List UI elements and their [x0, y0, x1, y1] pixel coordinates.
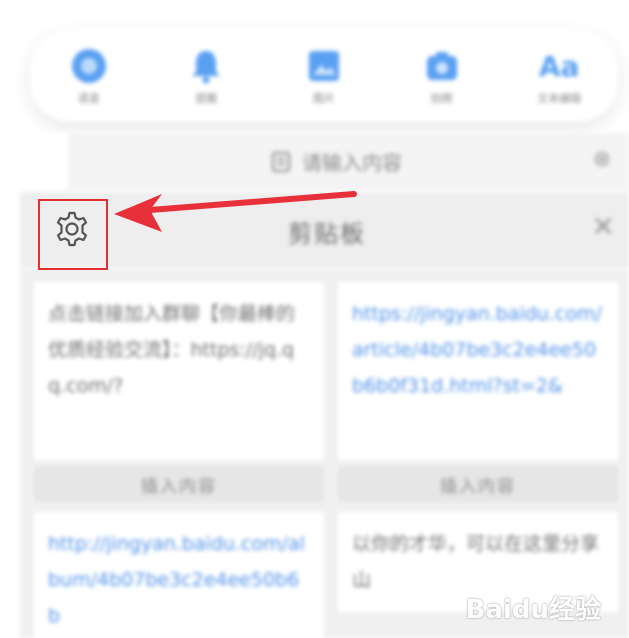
image-icon: [304, 46, 344, 86]
bell-icon: [186, 46, 226, 86]
settings-gear-icon[interactable]: [53, 210, 91, 248]
mic-icon: [69, 46, 109, 86]
editor-placeholder-text: 请输入内容: [302, 151, 402, 175]
toolbar-camera-button[interactable]: 拍照: [397, 46, 487, 106]
text-format-icon: Aa: [538, 46, 580, 86]
insert-content-button[interactable]: 插入内容: [34, 466, 324, 502]
text-format-glyph: Aa: [538, 49, 580, 83]
clipboard-card[interactable]: 点击链接加入群聊【你最棒的优质经验交流】：https://jq.qq.com/?: [34, 282, 324, 460]
toolbar-reminder-label: 提醒: [195, 92, 218, 105]
clipboard-card-text: 点击链接加入群聊【你最棒的优质经验交流】：https://jq.qq.com/?: [48, 303, 296, 397]
clipboard-close-icon[interactable]: ✕: [592, 210, 615, 243]
editor-toolbar: 语音 提醒 图片 拍照 Aa 文本编辑: [30, 30, 618, 122]
toolbar-camera-label: 拍照: [430, 92, 453, 105]
insert-content-button[interactable]: 插入内容: [338, 466, 618, 502]
clipboard-grid: 点击链接加入群聊【你最棒的优质经验交流】：https://jq.qq.com/?…: [20, 268, 629, 638]
toolbar-text-format-button[interactable]: Aa 文本编辑: [514, 46, 604, 106]
note-icon: [272, 151, 290, 172]
toolbar-voice-button[interactable]: 语音: [44, 46, 134, 106]
camera-icon: [422, 46, 462, 86]
toolbar-voice-label: 语音: [77, 92, 100, 105]
clipboard-card-text: 以你的才华，可以在这里分享山: [352, 533, 600, 591]
baidu-watermark: Baidu经验: [465, 595, 601, 625]
clipboard-card-link: https://jingyan.baidu.com/article/4b07be…: [352, 303, 602, 397]
clipboard-card-link: http://jingyan.baidu.com/album/4b07be3c2…: [48, 533, 305, 627]
toolbar-text-format-label: 文本编辑: [537, 92, 582, 105]
toolbar-image-button[interactable]: 图片: [279, 46, 369, 106]
screenshot-stage: 语音 提醒 图片 拍照 Aa 文本编辑 请输入内容 ⊗ 剪贴板 ✕ 点击链接加入…: [0, 0, 629, 638]
clipboard-card[interactable]: https://jingyan.baidu.com/article/4b07be…: [338, 282, 618, 460]
editor-placeholder: 请输入内容: [270, 147, 402, 176]
clipboard-card[interactable]: http://jingyan.baidu.com/album/4b07be3c2…: [34, 512, 324, 638]
toolbar-image-label: 图片: [312, 92, 335, 105]
editor-clear-icon[interactable]: ⊗: [593, 147, 611, 172]
pointer-arrow-icon: [114, 191, 357, 232]
toolbar-reminder-button[interactable]: 提醒: [161, 46, 251, 106]
